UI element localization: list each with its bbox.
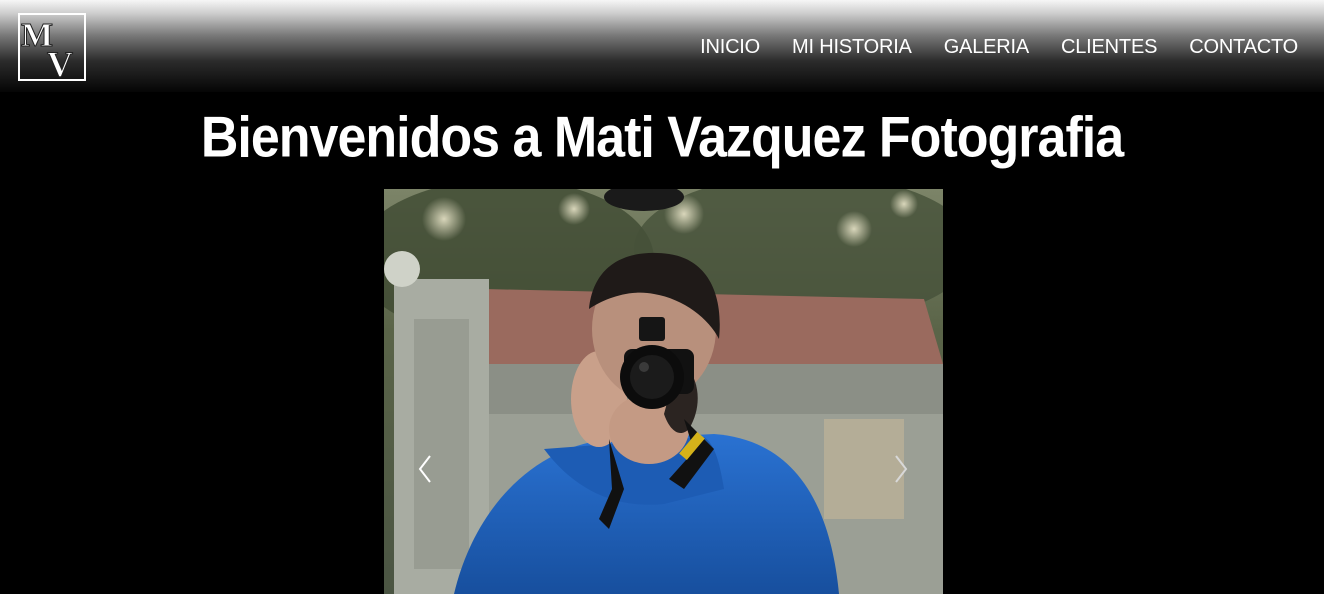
nav-contacto[interactable]: CONTACTO <box>1189 34 1298 60</box>
nav-clientes[interactable]: CLIENTES <box>1061 34 1157 60</box>
nav-inicio[interactable]: INICIO <box>700 34 760 60</box>
site-header: M V INICIO MI HISTORIA GALERIA CLIENTES … <box>0 0 1324 92</box>
carousel-photo <box>384 189 943 594</box>
svg-text:V: V <box>47 44 73 82</box>
nav-galeria[interactable]: GALERIA <box>944 34 1030 60</box>
mv-logo-icon: M V <box>18 13 86 82</box>
main-nav: INICIO MI HISTORIA GALERIA CLIENTES CONT… <box>668 34 1298 60</box>
photo-carousel[interactable] <box>384 189 943 594</box>
chevron-right-icon <box>895 455 908 483</box>
site-logo[interactable]: M V <box>17 12 87 82</box>
page-title: Bienvenidos a Mati Vazquez Fotografia <box>200 106 1124 170</box>
nav-mi-historia[interactable]: MI HISTORIA <box>792 34 912 60</box>
chevron-left-icon <box>418 455 431 483</box>
carousel-next-button[interactable] <box>886 452 916 486</box>
carousel-prev-button[interactable] <box>410 452 440 486</box>
